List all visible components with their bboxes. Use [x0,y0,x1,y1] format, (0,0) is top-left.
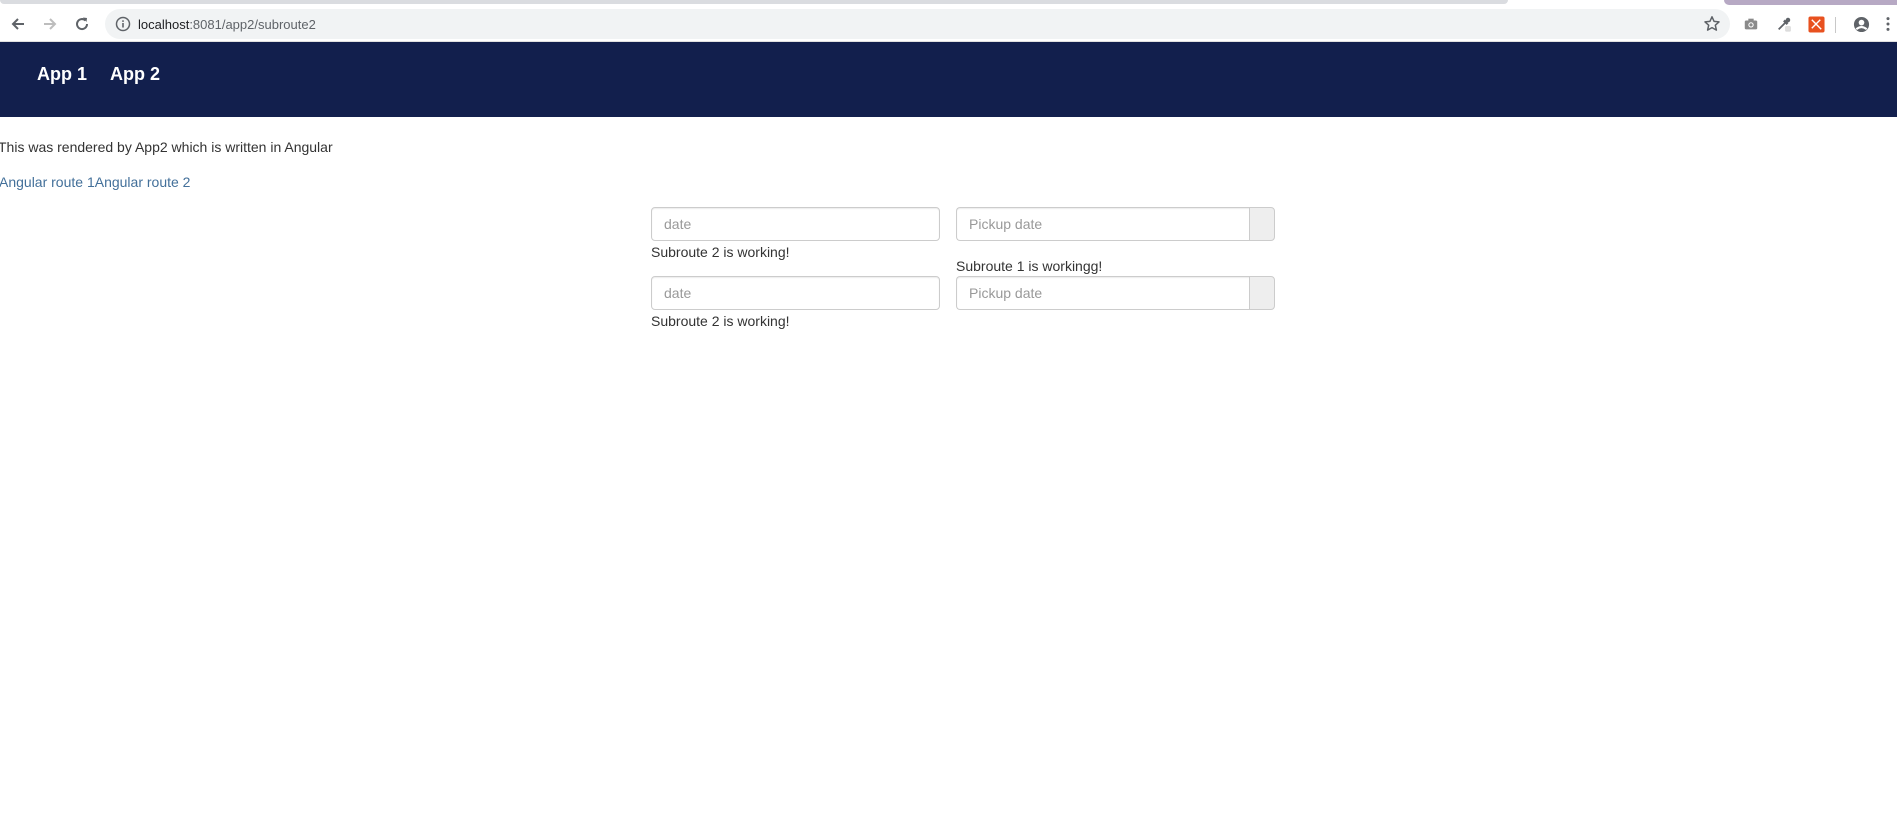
url-path: :8081/app2/subroute2 [189,17,316,32]
reload-icon [76,17,89,31]
toolbar-divider [1835,17,1836,33]
nav-link-app-1[interactable]: App 1 [37,64,87,85]
date-status-2: Subroute 2 is working! [651,313,790,329]
nav-link-app-2[interactable]: App 2 [110,64,160,85]
app-header: App 1 App 2 [0,42,1897,117]
more-vertical-icon [1886,17,1890,31]
url-text[interactable]: localhost:8081/app2/subroute2 [138,17,316,32]
bookmark-star-icon[interactable] [1703,15,1721,33]
back-arrow-icon [11,18,24,30]
route-links: Angular route 1Angular route 2 [0,174,190,190]
profile-button[interactable] [1851,14,1871,34]
forward-arrow-icon [44,18,57,30]
url-host: localhost [138,17,190,32]
browser-toolbar: localhost:8081/app2/subroute2 [0,6,1897,42]
camera-icon [1744,18,1758,30]
pickup-status-1: Subroute 1 is workingg! [956,258,1103,274]
reload-button[interactable] [68,10,96,38]
rendered-by-text: This was rendered by App2 which is writt… [0,139,333,155]
browser-menu-button[interactable] [1882,14,1894,34]
forward-button[interactable] [36,10,64,38]
screenshot-extension-button[interactable] [1741,14,1761,34]
pickup-date-picker-1 [956,207,1275,241]
pickup-date-input-2[interactable] [956,276,1250,310]
extension-badge-icon [1807,15,1825,33]
date-input-2[interactable] [651,276,940,310]
date-input-1[interactable] [651,207,940,241]
window-profile-strip [1724,0,1897,5]
info-icon[interactable] [115,16,131,32]
back-button[interactable] [4,10,32,38]
date-status-1: Subroute 2 is working! [651,244,790,260]
pickup-date-input-1[interactable] [956,207,1250,241]
pickup-date-picker-2 [956,276,1275,310]
active-tab-edge[interactable] [0,0,1508,4]
angular-route-1-link[interactable]: Angular route 1 [0,174,95,190]
eyedropper-icon [1778,17,1791,32]
angular-route-2-link[interactable]: Angular route 2 [95,174,191,190]
calendar-toggle-button-1[interactable] [1249,207,1275,241]
address-bar[interactable]: localhost:8081/app2/subroute2 [105,9,1730,39]
account-circle-icon [1853,16,1869,32]
angular-extension-button[interactable] [1806,14,1826,34]
calendar-toggle-button-2[interactable] [1249,276,1275,310]
color-picker-extension-button[interactable] [1774,14,1794,34]
